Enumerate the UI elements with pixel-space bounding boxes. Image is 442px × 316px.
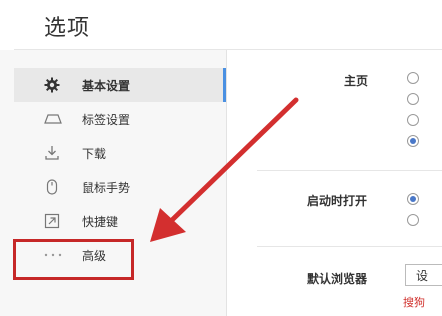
sidebar-item-label: 快捷键 <box>82 214 119 229</box>
shortcut-icon <box>44 213 60 229</box>
section-divider <box>257 246 442 247</box>
settings-panel: 主页 启动时打开 默认浏览器 设 搜狗 <box>227 50 442 316</box>
sidebar-item-shortcut[interactable]: 快捷键 <box>14 204 226 238</box>
section-divider <box>257 170 442 171</box>
sidebar-item-mouse-gesture[interactable]: 鼠标手势 <box>14 170 226 204</box>
sidebar-item-label: 下载 <box>82 146 107 161</box>
download-icon <box>44 145 60 161</box>
default-browser-label: 默认浏览器 <box>307 272 368 286</box>
homepage-radio-1[interactable] <box>407 72 419 84</box>
gear-icon <box>44 77 60 93</box>
homepage-radio-4[interactable] <box>407 135 419 147</box>
sidebar-nav: 基本设置 标签设置 下载 鼠标手势 快捷键 高级 <box>14 68 226 272</box>
startup-label: 启动时打开 <box>307 194 368 208</box>
more-icon <box>44 247 62 263</box>
sidebar-item-label: 鼠标手势 <box>82 180 131 195</box>
sidebar-item-advanced[interactable]: 高级 <box>14 238 226 272</box>
homepage-radio-2[interactable] <box>407 93 419 105</box>
default-browser-note: 搜狗 <box>403 296 425 309</box>
startup-radio-1[interactable] <box>407 193 419 205</box>
set-default-button[interactable]: 设 <box>405 264 442 286</box>
sidebar-item-tab-settings[interactable]: 标签设置 <box>14 102 226 136</box>
homepage-label: 主页 <box>344 74 369 88</box>
mouse-icon <box>44 179 60 195</box>
tab-icon <box>44 111 62 127</box>
sidebar-item-label: 高级 <box>82 248 107 263</box>
sidebar-item-download[interactable]: 下载 <box>14 136 226 170</box>
homepage-radio-3[interactable] <box>407 114 419 126</box>
sidebar-item-label: 基本设置 <box>82 78 131 93</box>
startup-radio-2[interactable] <box>407 214 419 226</box>
sidebar-item-label: 标签设置 <box>82 112 131 127</box>
sidebar-item-basic-settings[interactable]: 基本设置 <box>14 68 226 102</box>
page-title: 选项 <box>44 16 91 41</box>
